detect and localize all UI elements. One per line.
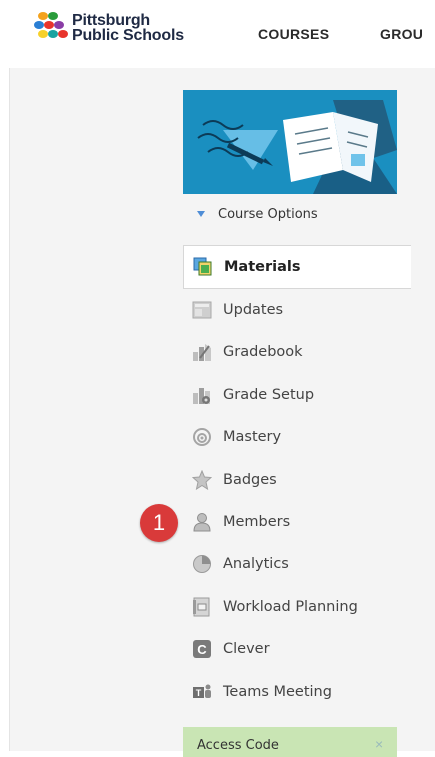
- logo-line-2: Public Schools: [72, 27, 184, 44]
- menu-item-workload-planning[interactable]: Workload Planning: [183, 586, 411, 628]
- gradebook-icon: [193, 344, 211, 362]
- logo-dots-icon: [34, 12, 68, 46]
- course-menu: Materials Updates Gradebook Grade Setup: [183, 245, 411, 713]
- access-code-panel: Access Code ×: [183, 727, 397, 757]
- mastery-icon: [193, 428, 211, 447]
- course-options-toggle[interactable]: Course Options: [183, 194, 411, 234]
- menu-item-label: Workload Planning: [223, 598, 358, 615]
- analytics-icon: [193, 555, 211, 574]
- members-icon: [193, 512, 211, 532]
- menu-item-teams-meeting[interactable]: T Teams Meeting: [183, 671, 411, 713]
- logo-line-1: Pittsburgh: [72, 12, 150, 29]
- course-options-label: Course Options: [218, 207, 318, 222]
- course-profile: Course Options: [183, 90, 411, 222]
- nav-groups[interactable]: GROU: [380, 26, 423, 42]
- close-icon[interactable]: ×: [375, 736, 383, 752]
- pittsburgh-logo[interactable]: Pittsburgh Public Schools: [34, 10, 224, 50]
- svg-text:T: T: [196, 688, 202, 698]
- svg-text:C: C: [197, 642, 207, 657]
- menu-item-materials[interactable]: Materials: [183, 245, 411, 289]
- menu-item-badges[interactable]: Badges: [183, 459, 411, 501]
- menu-item-mastery[interactable]: Mastery: [183, 416, 411, 458]
- menu-item-label: Badges: [223, 471, 277, 488]
- menu-item-gradebook[interactable]: Gradebook: [183, 331, 411, 373]
- menu-item-label: Members: [223, 513, 291, 530]
- menu-item-grade-setup[interactable]: Grade Setup: [183, 374, 411, 416]
- step-number-badge: 1: [140, 504, 178, 542]
- nav-courses[interactable]: COURSES: [258, 26, 329, 42]
- menu-item-updates[interactable]: Updates: [183, 289, 411, 331]
- menu-item-label: Gradebook: [223, 344, 303, 361]
- badges-icon: [192, 469, 212, 490]
- menu-item-members[interactable]: Members: [183, 501, 411, 543]
- workload-planning-icon: [193, 597, 210, 617]
- triangle-down-icon: [197, 211, 205, 217]
- grade-setup-icon: [193, 387, 210, 404]
- menu-item-label: Analytics: [223, 556, 289, 573]
- materials-icon: [193, 257, 212, 276]
- menu-item-label: Materials: [224, 259, 301, 275]
- menu-item-label: Mastery: [223, 429, 282, 446]
- menu-item-clever[interactable]: C Clever: [183, 628, 411, 670]
- updates-icon: [192, 301, 212, 319]
- menu-item-label: Updates: [223, 302, 284, 318]
- menu-item-analytics[interactable]: Analytics: [183, 543, 411, 585]
- menu-item-label: Grade Setup: [223, 386, 315, 403]
- teams-meeting-icon: T: [193, 684, 211, 698]
- top-header: Pittsburgh Public Schools COURSES GROU: [0, 0, 435, 68]
- clever-icon: C: [193, 640, 211, 659]
- menu-item-label: Clever: [223, 641, 270, 658]
- menu-item-label: Teams Meeting: [223, 683, 332, 700]
- logo-text: Pittsburgh Public Schools: [72, 12, 184, 44]
- course-banner-image: [183, 90, 397, 194]
